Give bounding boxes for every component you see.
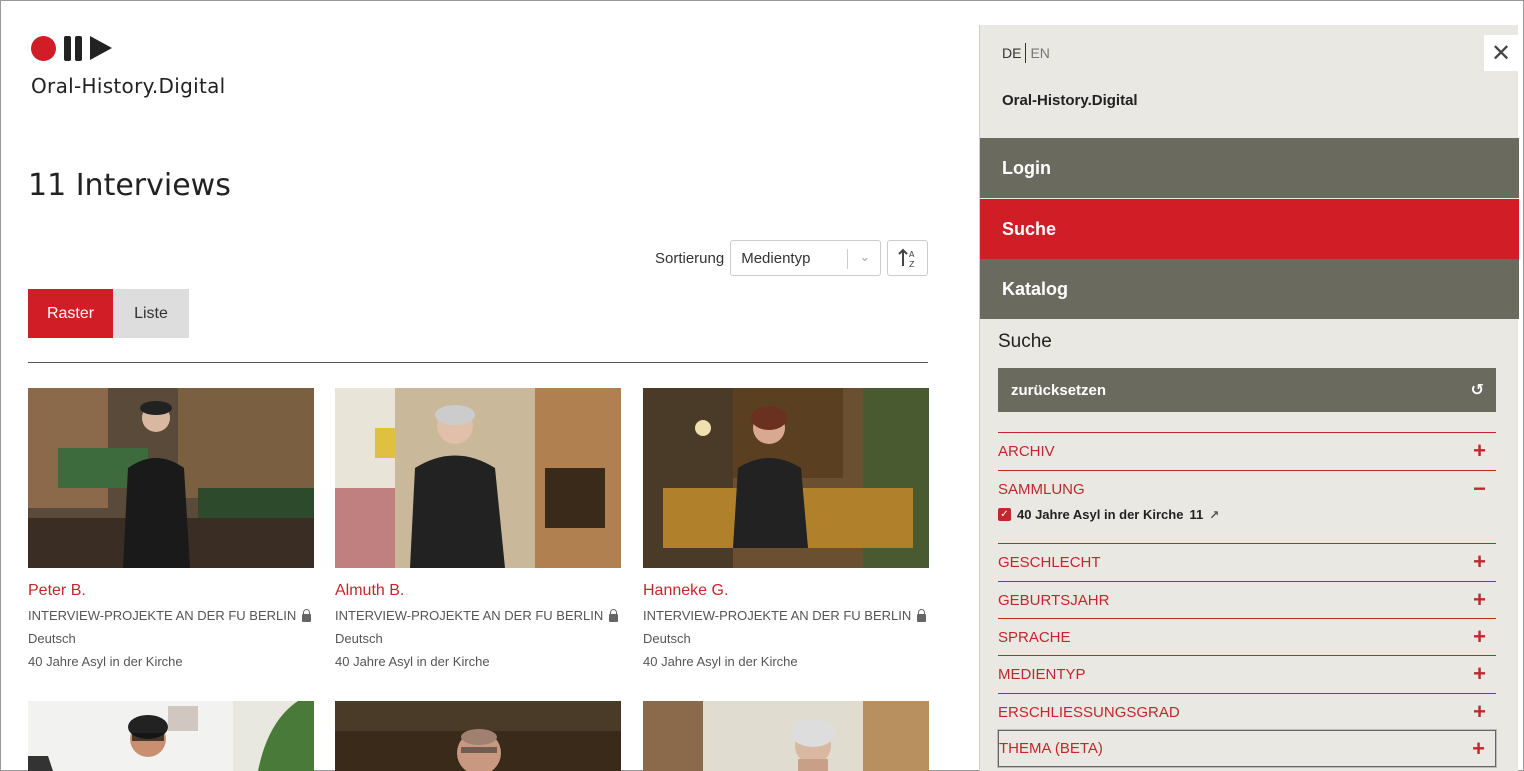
reset-label: zurücksetzen (1011, 381, 1107, 399)
plus-icon: + (1473, 624, 1486, 649)
logo-text: Oral-History.Digital (31, 74, 226, 98)
interview-thumbnail[interactable] (28, 388, 314, 568)
sort-label: Sortierung (655, 249, 725, 267)
svg-text:Z: Z (909, 260, 915, 269)
facet-archiv[interactable]: ARCHIV + (998, 432, 1496, 469)
interview-name[interactable]: Hanneke G. (643, 582, 929, 600)
pause-icon (64, 35, 82, 61)
interview-project: INTERVIEW-PROJEKTE AN DER FU BERLIN (643, 608, 929, 623)
checkbox-checked[interactable]: ✓ (998, 508, 1011, 521)
interview-thumbnail[interactable] (335, 701, 621, 771)
interview-name[interactable]: Almuth B. (335, 582, 621, 600)
interview-language: Deutsch (643, 631, 691, 646)
interview-collection: 40 Jahre Asyl in der Kirche (335, 654, 490, 669)
sort-alpha-icon: A Z (898, 248, 915, 269)
select-separator (847, 249, 849, 269)
plus-icon: + (1472, 735, 1485, 761)
sort-select[interactable]: Medientyp ⌄ (730, 240, 882, 276)
lang-de[interactable]: DE (1002, 45, 1021, 61)
interview-card[interactable]: Almuth B. INTERVIEW-PROJEKTE AN DER FU B… (335, 388, 621, 669)
search-title: Suche (998, 331, 1052, 352)
interview-card[interactable]: Hanneke G. INTERVIEW-PROJEKTE AN DER FU … (643, 388, 929, 669)
interview-card[interactable] (28, 701, 314, 771)
reset-icon: ↺ (1470, 382, 1484, 399)
close-icon[interactable]: ✕ (1484, 35, 1518, 71)
record-icon (31, 35, 56, 61)
plus-icon: + (1473, 587, 1486, 612)
view-list-button[interactable]: Liste (113, 289, 189, 338)
page-title: 11 Interviews (28, 168, 231, 203)
minus-icon: − (1473, 476, 1486, 501)
interview-language: Deutsch (28, 631, 76, 646)
facet-medientyp[interactable]: MEDIENTYP + (998, 655, 1496, 692)
interview-project: INTERVIEW-PROJEKTE AN DER FU BERLIN (28, 608, 314, 623)
site-logo[interactable]: Oral-History.Digital (31, 34, 226, 98)
lock-icon (609, 608, 619, 622)
logo-icons (31, 34, 226, 62)
lock-icon (917, 608, 927, 622)
side-panel: DE EN ✕ Oral-History.Digital Login Suche… (979, 25, 1519, 771)
facet-erschliessungsgrad[interactable]: ERSCHLIESSUNGSGRAD + (998, 693, 1496, 730)
plus-icon: + (1473, 549, 1486, 574)
play-icon (90, 36, 112, 60)
interview-thumbnail[interactable] (335, 388, 621, 568)
plus-icon: + (1473, 438, 1486, 463)
interview-card[interactable] (335, 701, 621, 771)
interview-project: INTERVIEW-PROJEKTE AN DER FU BERLIN (335, 608, 621, 623)
facet-geburtsjahr[interactable]: GEBURTSJAHR + (998, 581, 1496, 618)
divider (28, 362, 928, 363)
interview-thumbnail[interactable] (643, 701, 929, 771)
facet-thema[interactable]: THEMA (BETA) + (998, 730, 1496, 767)
interview-thumbnail[interactable] (643, 388, 929, 568)
lang-separator (1025, 43, 1027, 63)
view-raster-button[interactable]: Raster (28, 289, 113, 338)
interview-language: Deutsch (335, 631, 383, 646)
language-switcher: DE EN (1002, 43, 1050, 63)
sort-select-value: Medientyp (741, 249, 811, 267)
lock-icon (302, 608, 312, 622)
interview-collection: 40 Jahre Asyl in der Kirche (28, 654, 183, 669)
external-link-icon[interactable]: ↗ (1209, 508, 1219, 522)
nav-suche[interactable]: Suche (980, 199, 1519, 259)
interview-card[interactable] (643, 701, 929, 771)
sort-direction-button[interactable]: A Z (887, 240, 929, 276)
interview-collection: 40 Jahre Asyl in der Kirche (643, 654, 798, 669)
plus-icon: + (1473, 661, 1486, 686)
nav-login[interactable]: Login (980, 138, 1519, 198)
view-toggle: Raster Liste (28, 289, 189, 338)
interview-thumbnail[interactable] (28, 701, 314, 771)
facet-option-sammlung[interactable]: ✓ 40 Jahre Asyl in der Kirche 11 ↗ (998, 507, 1219, 522)
facet-sprache[interactable]: SPRACHE + (998, 618, 1496, 655)
reset-button[interactable]: zurücksetzen ↺ (998, 368, 1496, 412)
lang-en[interactable]: EN (1030, 45, 1049, 61)
svg-text:A: A (909, 250, 915, 259)
interview-name[interactable]: Peter B. (28, 582, 314, 600)
plus-icon: + (1473, 699, 1486, 724)
interview-card[interactable]: Peter B. INTERVIEW-PROJEKTE AN DER FU BE… (28, 388, 314, 669)
facet-geschlecht[interactable]: GESCHLECHT + (998, 543, 1496, 580)
nav-katalog[interactable]: Katalog (980, 259, 1519, 319)
chevron-down-icon: ⌄ (859, 249, 871, 264)
facet-sammlung[interactable]: SAMMLUNG − (998, 470, 1496, 507)
sort-controls: Sortierung Medientyp ⌄ A Z (655, 240, 929, 276)
panel-brand[interactable]: Oral-History.Digital (1002, 92, 1138, 109)
